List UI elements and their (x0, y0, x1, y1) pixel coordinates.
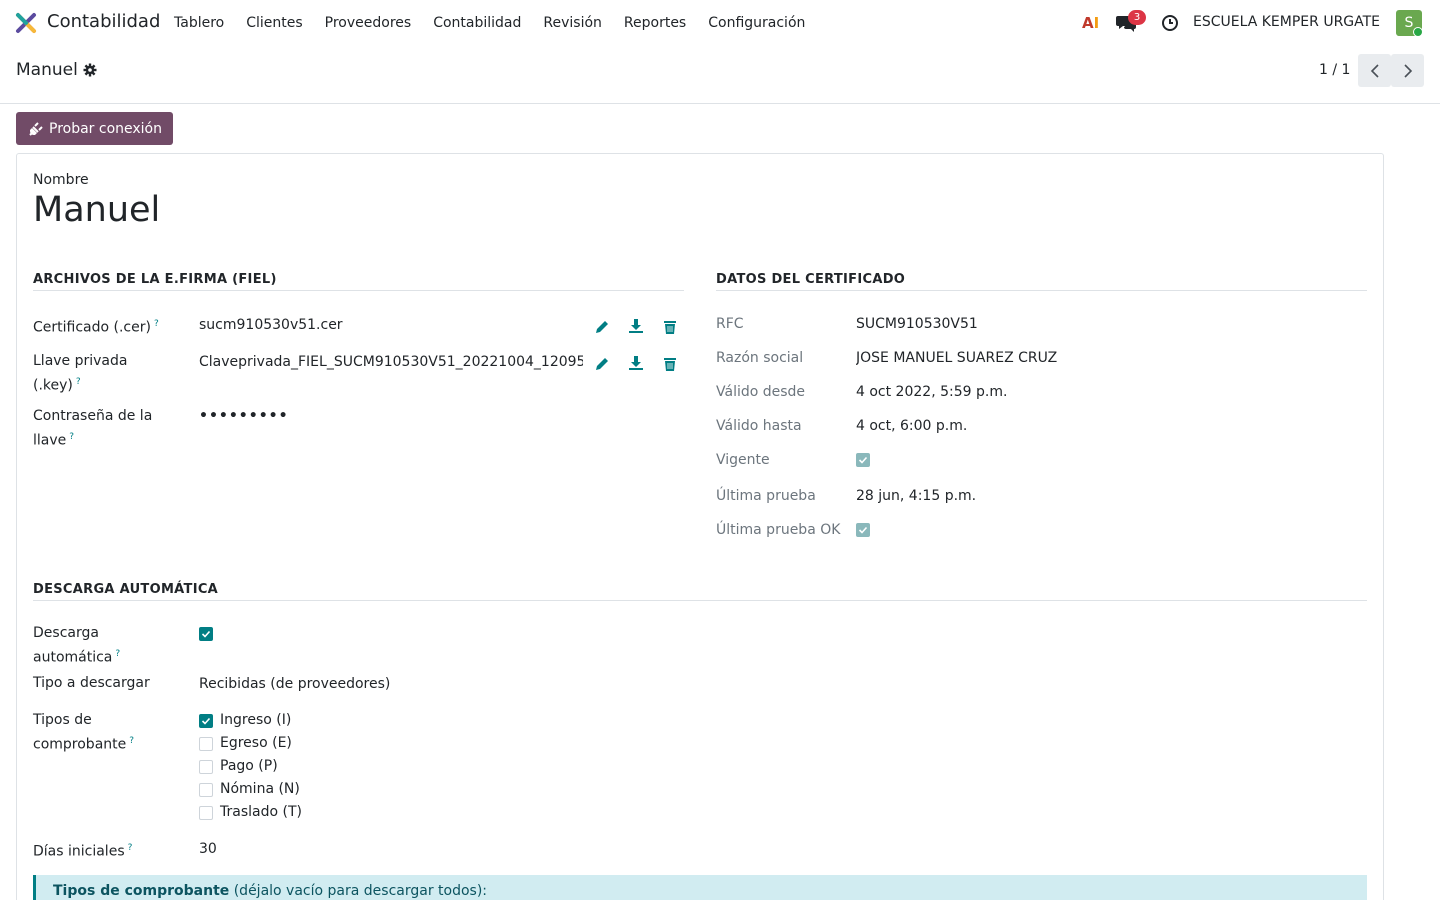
voucher-pago-checkbox[interactable] (199, 760, 213, 774)
menu-item-configuracion[interactable]: Configuración (697, 0, 816, 46)
cert-file-label: Certificado (.cer)? (33, 319, 159, 336)
online-status-dot (1413, 27, 1423, 37)
valid-to-label: Válido hasta (716, 418, 802, 434)
clock-icon[interactable] (1161, 14, 1179, 32)
chevron-right-icon (1403, 63, 1412, 78)
help-icon[interactable]: ? (154, 319, 159, 329)
download-icon[interactable] (628, 355, 644, 371)
last-test-value: 28 jun, 4:15 p.m. (856, 488, 977, 504)
menu-item-clientes[interactable]: Clientes (235, 0, 313, 46)
check-icon (858, 526, 868, 534)
pager-value[interactable]: 1 / 1 (1319, 62, 1350, 78)
info-alert-title: Tipos de comprobante (53, 883, 230, 899)
download-icon[interactable] (628, 318, 644, 334)
razon-social-label: Razón social (716, 350, 804, 366)
valid-from-label: Válido desde (716, 384, 806, 400)
voucher-pago-label[interactable]: Pago (P) (220, 756, 278, 777)
cert-data-section-title: DATOS DEL CERTIFICADO (716, 272, 906, 287)
menu-item-reportes[interactable]: Reportes (613, 0, 697, 46)
pencil-icon[interactable] (594, 319, 610, 335)
auto-download-section-title: DESCARGA AUTOMÁTICA (33, 582, 219, 597)
help-icon[interactable]: ? (128, 843, 133, 853)
private-key-label: Llave privada (.key)? (33, 353, 128, 394)
help-icon[interactable]: ? (115, 649, 120, 659)
help-icon[interactable]: ? (129, 736, 134, 746)
name-field-input[interactable]: Manuel (33, 190, 160, 230)
trash-icon[interactable] (662, 319, 678, 335)
main-menu: Tablero Clientes Proveedores Contabilida… (163, 0, 816, 46)
key-password-input[interactable]: ••••••••• (199, 406, 289, 427)
fiel-section-title: ARCHIVOS DE LA E.FIRMA (FIEL) (33, 272, 277, 287)
control-panel: Manuel 1 / 1 (0, 46, 1440, 104)
key-password-label: Contraseña de la llave? (33, 408, 153, 449)
app-name[interactable]: Contabilidad (47, 11, 160, 32)
valid-to-value: 4 oct, 6:00 p.m. (856, 418, 968, 434)
auto-download-section-divider (33, 600, 1367, 601)
voucher-egreso-label[interactable]: Egreso (E) (220, 733, 292, 754)
menu-item-tablero[interactable]: Tablero (163, 0, 235, 46)
voucher-nomina-label[interactable]: Nómina (N) (220, 779, 300, 800)
voucher-traslado-label[interactable]: Traslado (T) (220, 802, 302, 823)
help-icon[interactable]: ? (76, 377, 81, 387)
voucher-ingreso-label[interactable]: Ingreso (I) (220, 710, 291, 731)
valid-from-value: 4 oct 2022, 5:59 p.m. (856, 384, 1008, 400)
test-connection-label: Probar conexión (49, 120, 162, 137)
test-connection-button[interactable]: Probar conexión (16, 112, 173, 145)
initial-days-label: Días iniciales? (33, 843, 133, 860)
ai-icon[interactable]: AI (1082, 14, 1099, 32)
voucher-egreso-checkbox[interactable] (199, 737, 213, 751)
voucher-types-label: Tipos de comprobante? (33, 712, 135, 753)
initial-days-input[interactable]: 30 (199, 839, 217, 860)
voucher-types-info-alert: Tipos de comprobante (déjalo vacío para … (33, 875, 1367, 900)
voucher-traslado-checkbox[interactable] (199, 806, 213, 820)
pager-previous-button[interactable] (1358, 54, 1391, 87)
vigente-label: Vigente (716, 452, 770, 468)
top-navbar: Contabilidad Tablero Clientes Proveedore… (0, 0, 1440, 46)
trash-icon[interactable] (662, 356, 678, 372)
voucher-ingreso-checkbox[interactable] (199, 714, 213, 728)
cert-file-value[interactable]: sucm910530v51.cer (199, 315, 579, 336)
fiel-section-divider (33, 290, 684, 291)
name-field-label: Nombre (33, 172, 89, 188)
company-name[interactable]: ESCUELA KEMPER URGATE (1193, 14, 1380, 30)
auto-download-checkbox[interactable] (199, 627, 213, 641)
chat-count-badge: 3 (1128, 10, 1146, 25)
voucher-nomina-checkbox[interactable] (199, 783, 213, 797)
plug-icon (29, 121, 43, 136)
pager-next-button[interactable] (1391, 54, 1424, 87)
last-test-label: Última prueba (716, 488, 816, 504)
auto-download-label: Descarga automática? (33, 625, 121, 666)
gear-icon[interactable] (83, 63, 97, 77)
rfc-label: RFC (716, 316, 744, 332)
razon-social-value: JOSE MANUEL SUAREZ CRUZ (856, 350, 1058, 366)
help-icon[interactable]: ? (69, 432, 74, 442)
download-type-label: Tipo a descargar (33, 675, 150, 691)
check-icon (201, 717, 211, 725)
cert-data-section-divider (716, 290, 1367, 291)
download-type-select[interactable]: Recibidas (de proveedores) (199, 674, 390, 695)
private-key-value[interactable]: Claveprivada_FIEL_SUCM910530V51_20221004… (199, 352, 583, 373)
app-logo-icon[interactable] (15, 12, 37, 34)
info-alert-text: (déjalo vacío para descargar todos): (229, 883, 488, 899)
vigente-checkbox (856, 453, 870, 467)
menu-item-contabilidad[interactable]: Contabilidad (422, 0, 532, 46)
record-title: Manuel (16, 60, 78, 80)
last-test-ok-checkbox (856, 523, 870, 537)
rfc-value: SUCM910530V51 (856, 316, 978, 332)
last-test-ok-label: Última prueba OK (716, 522, 841, 538)
pencil-icon[interactable] (594, 356, 610, 372)
menu-item-proveedores[interactable]: Proveedores (314, 0, 423, 46)
check-icon (201, 630, 211, 638)
chevron-left-icon (1370, 63, 1379, 78)
menu-item-revision[interactable]: Revisión (532, 0, 613, 46)
check-icon (858, 456, 868, 464)
